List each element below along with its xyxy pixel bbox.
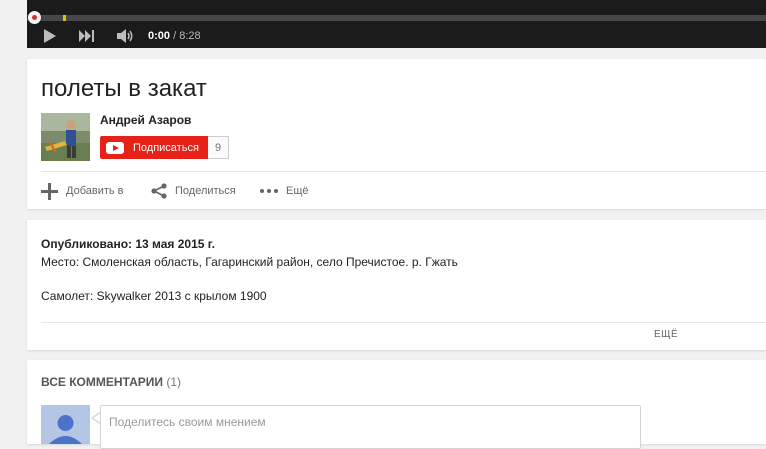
scrubber-handle[interactable] [28,11,41,24]
user-avatar [41,405,90,444]
channel-name[interactable]: Андрей Азаров [100,113,191,127]
more-dots-icon [260,189,278,193]
progress-bar[interactable] [27,15,766,21]
show-more-button[interactable]: ЕЩЁ [654,329,678,340]
subscribe-label: Подписаться [133,141,199,154]
comment-input[interactable] [109,415,629,429]
next-icon [79,30,94,42]
comments-title: ВСЕ КОММЕНТАРИИ [41,375,164,389]
more-actions-label: Ещё [286,185,309,197]
volume-button[interactable] [117,27,135,45]
youtube-logo-icon [106,141,124,154]
total-time: / 8:28 [173,30,201,42]
channel-avatar[interactable] [41,113,90,161]
share-button[interactable]: Поделиться [151,180,236,202]
play-button[interactable] [43,27,57,45]
share-label: Поделиться [175,185,236,197]
comments-header[interactable]: ВСЕ КОММЕНТАРИИ (1) [41,375,181,389]
description-aircraft: Самолет: Skywalker 2013 с крылом 1900 [41,289,267,303]
more-actions-button[interactable]: Ещё [260,180,309,202]
play-icon [44,29,56,43]
divider [41,171,766,172]
video-player[interactable]: 0:00 / 8:28 [27,0,766,48]
current-time: 0:00 [148,30,171,42]
divider [41,322,766,323]
next-button[interactable] [79,27,95,45]
subscribe-button[interactable]: Подписаться [100,136,208,159]
subscriber-count: 9 [208,136,229,159]
publish-date: Опубликовано: 13 мая 2015 г. [41,237,215,251]
time-display: 0:00 / 8:28 [148,30,201,42]
add-to-label: Добавить в [66,185,124,197]
plus-icon [41,182,58,200]
comment-box[interactable] [100,405,641,449]
description-card: Опубликовано: 13 мая 2015 г. Место: Смол… [27,220,766,350]
user-silhouette-icon [49,415,82,444]
channel-avatar-image [41,113,90,161]
buffer-indicator [63,15,66,21]
video-title: полеты в закат [41,75,207,102]
share-icon [151,183,167,199]
comments-count: (1) [166,375,182,389]
add-to-button[interactable]: Добавить в [41,180,124,202]
description-location: Место: Смоленская область, Гагаринский р… [41,255,458,269]
video-info-card: полеты в закат Андрей Азаров Подписаться… [27,59,766,209]
comments-card: ВСЕ КОММЕНТАРИИ (1) [27,360,766,449]
volume-icon [117,29,133,43]
